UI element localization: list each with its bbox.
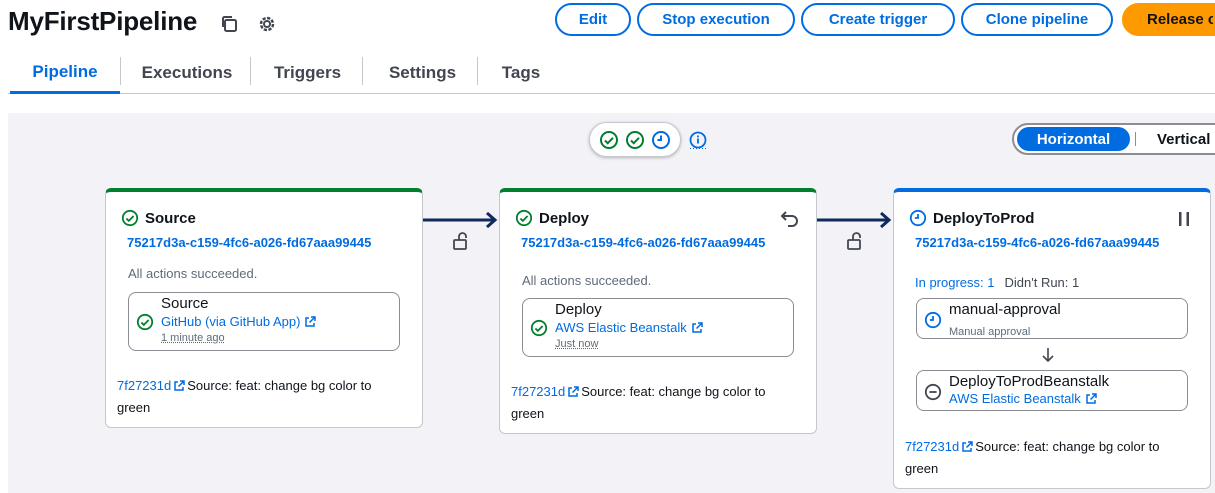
stage-deploy: Deploy 75217d3a-c159-4fc6-a026-fd67aaa99…: [499, 188, 817, 434]
execution-id-link[interactable]: 75217d3a-c159-4fc6-a026-fd67aaa99445: [521, 235, 765, 250]
tab-divider: [120, 57, 121, 85]
action-card: manual-approval Manual approval: [916, 298, 1188, 339]
action-card: Source GitHub (via GitHub App) 1 minute …: [128, 292, 400, 351]
tab-executions[interactable]: Executions: [122, 52, 252, 94]
commit-info: 7f27231d Source: feat: change bg color to…: [511, 381, 801, 425]
tab-divider: [477, 57, 478, 85]
external-link-icon: [173, 380, 185, 392]
horizontal-toggle[interactable]: Horizontal: [1017, 127, 1130, 151]
external-link-icon: [567, 386, 579, 398]
transition-arrow: [423, 211, 500, 229]
arrow-down-icon: [1041, 347, 1055, 363]
success-icon: [599, 130, 619, 150]
toggle-divider: [1135, 132, 1136, 146]
success-icon: [136, 313, 154, 331]
stage-status-message: All actions succeeded.: [128, 266, 257, 281]
action-name: manual-approval: [949, 301, 1061, 318]
clock-icon: [909, 209, 927, 227]
action-timestamp: 1 minute ago: [161, 332, 225, 344]
external-link-icon: [304, 316, 316, 328]
success-icon: [121, 209, 139, 227]
external-link-icon: [691, 322, 703, 334]
copy-icon[interactable]: [219, 14, 239, 34]
action-timestamp: Just now: [555, 338, 598, 350]
execution-id-link[interactable]: 75217d3a-c159-4fc6-a026-fd67aaa99445: [127, 235, 371, 250]
action-name: Source: [161, 295, 209, 312]
action-provider-label: GitHub (via GitHub App): [161, 314, 300, 329]
action-provider-link[interactable]: GitHub (via GitHub App): [161, 314, 316, 329]
in-progress-count: In progress: 1: [915, 275, 995, 290]
transition-arrow: [817, 211, 894, 229]
page-title: MyFirstPipeline: [8, 6, 197, 37]
stage-name: Deploy: [539, 210, 589, 227]
action-provider-link[interactable]: AWS Elastic Beanstalk: [949, 391, 1097, 406]
success-icon: [530, 319, 548, 337]
clone-pipeline-button[interactable]: Clone pipeline: [961, 3, 1113, 36]
action-card: Deploy AWS Elastic Beanstalk Just now: [522, 298, 794, 357]
commit-id-link[interactable]: 7f27231d: [117, 378, 171, 393]
commit-id-link[interactable]: 7f27231d: [905, 439, 959, 454]
external-link-icon: [1085, 393, 1097, 405]
action-provider-link[interactable]: AWS Elastic Beanstalk: [555, 320, 703, 335]
stage-name: Source: [145, 210, 196, 227]
stage-status-summary[interactable]: [589, 122, 681, 157]
stage-header: DeployToProd: [909, 209, 1034, 227]
success-icon: [625, 130, 645, 150]
action-provider-label: AWS Elastic Beanstalk: [949, 391, 1081, 406]
orientation-toggle: Horizontal Vertical: [1012, 123, 1215, 155]
stage-header: Deploy: [515, 209, 589, 227]
vertical-toggle[interactable]: Vertical: [1146, 127, 1215, 151]
execution-id-link[interactable]: 75217d3a-c159-4fc6-a026-fd67aaa99445: [915, 235, 1159, 250]
unlock-icon[interactable]: [847, 232, 863, 250]
tab-settings[interactable]: Settings: [364, 52, 481, 94]
tab-divider: [250, 57, 251, 85]
tab-bar: Pipeline Executions Triggers Settings Ta…: [8, 52, 1215, 94]
unlock-icon[interactable]: [453, 232, 469, 250]
didnt-run-icon: [924, 383, 942, 401]
action-provider-label: AWS Elastic Beanstalk: [555, 320, 687, 335]
success-icon: [515, 209, 533, 227]
commit-info: 7f27231d Source: feat: change bg color to…: [117, 375, 407, 419]
stage-header: Source: [121, 209, 196, 227]
action-name: Deploy: [555, 301, 602, 318]
clock-icon: [651, 130, 671, 150]
commit-info: 7f27231d Source: feat: change bg color to…: [905, 436, 1195, 480]
tab-tags[interactable]: Tags: [480, 52, 562, 94]
stage-status-message: All actions succeeded.: [522, 273, 651, 288]
tab-pipeline[interactable]: Pipeline: [10, 52, 120, 94]
didnt-run-count: Didn't Run: 1: [1005, 275, 1080, 290]
stage-source: Source 75217d3a-c159-4fc6-a026-fd67aaa99…: [105, 188, 423, 428]
info-icon[interactable]: [689, 131, 707, 149]
tab-divider: [362, 57, 363, 85]
tab-triggers[interactable]: Triggers: [252, 52, 363, 94]
stop-execution-button[interactable]: Stop execution: [637, 3, 795, 36]
action-card: DeployToProdBeanstalk AWS Elastic Beanst…: [916, 370, 1188, 411]
stage-deploytoprod: DeployToProd 75217d3a-c159-4fc6-a026-fd6…: [893, 188, 1211, 489]
external-link-icon: [961, 441, 973, 453]
pause-icon[interactable]: [1174, 209, 1194, 229]
commit-id-link[interactable]: 7f27231d: [511, 384, 565, 399]
stage-progress-summary: In progress: 1 Didn't Run: 1: [915, 275, 1079, 290]
clock-icon: [924, 311, 942, 329]
gear-icon[interactable]: [257, 14, 277, 34]
action-subtitle: Manual approval: [949, 326, 1030, 338]
create-trigger-button[interactable]: Create trigger: [801, 3, 955, 36]
action-name: DeployToProdBeanstalk: [949, 373, 1109, 390]
release-change-button[interactable]: Release change: [1122, 3, 1215, 36]
edit-button[interactable]: Edit: [555, 3, 631, 36]
rollback-icon[interactable]: [780, 209, 800, 229]
stage-name: DeployToProd: [933, 210, 1034, 227]
